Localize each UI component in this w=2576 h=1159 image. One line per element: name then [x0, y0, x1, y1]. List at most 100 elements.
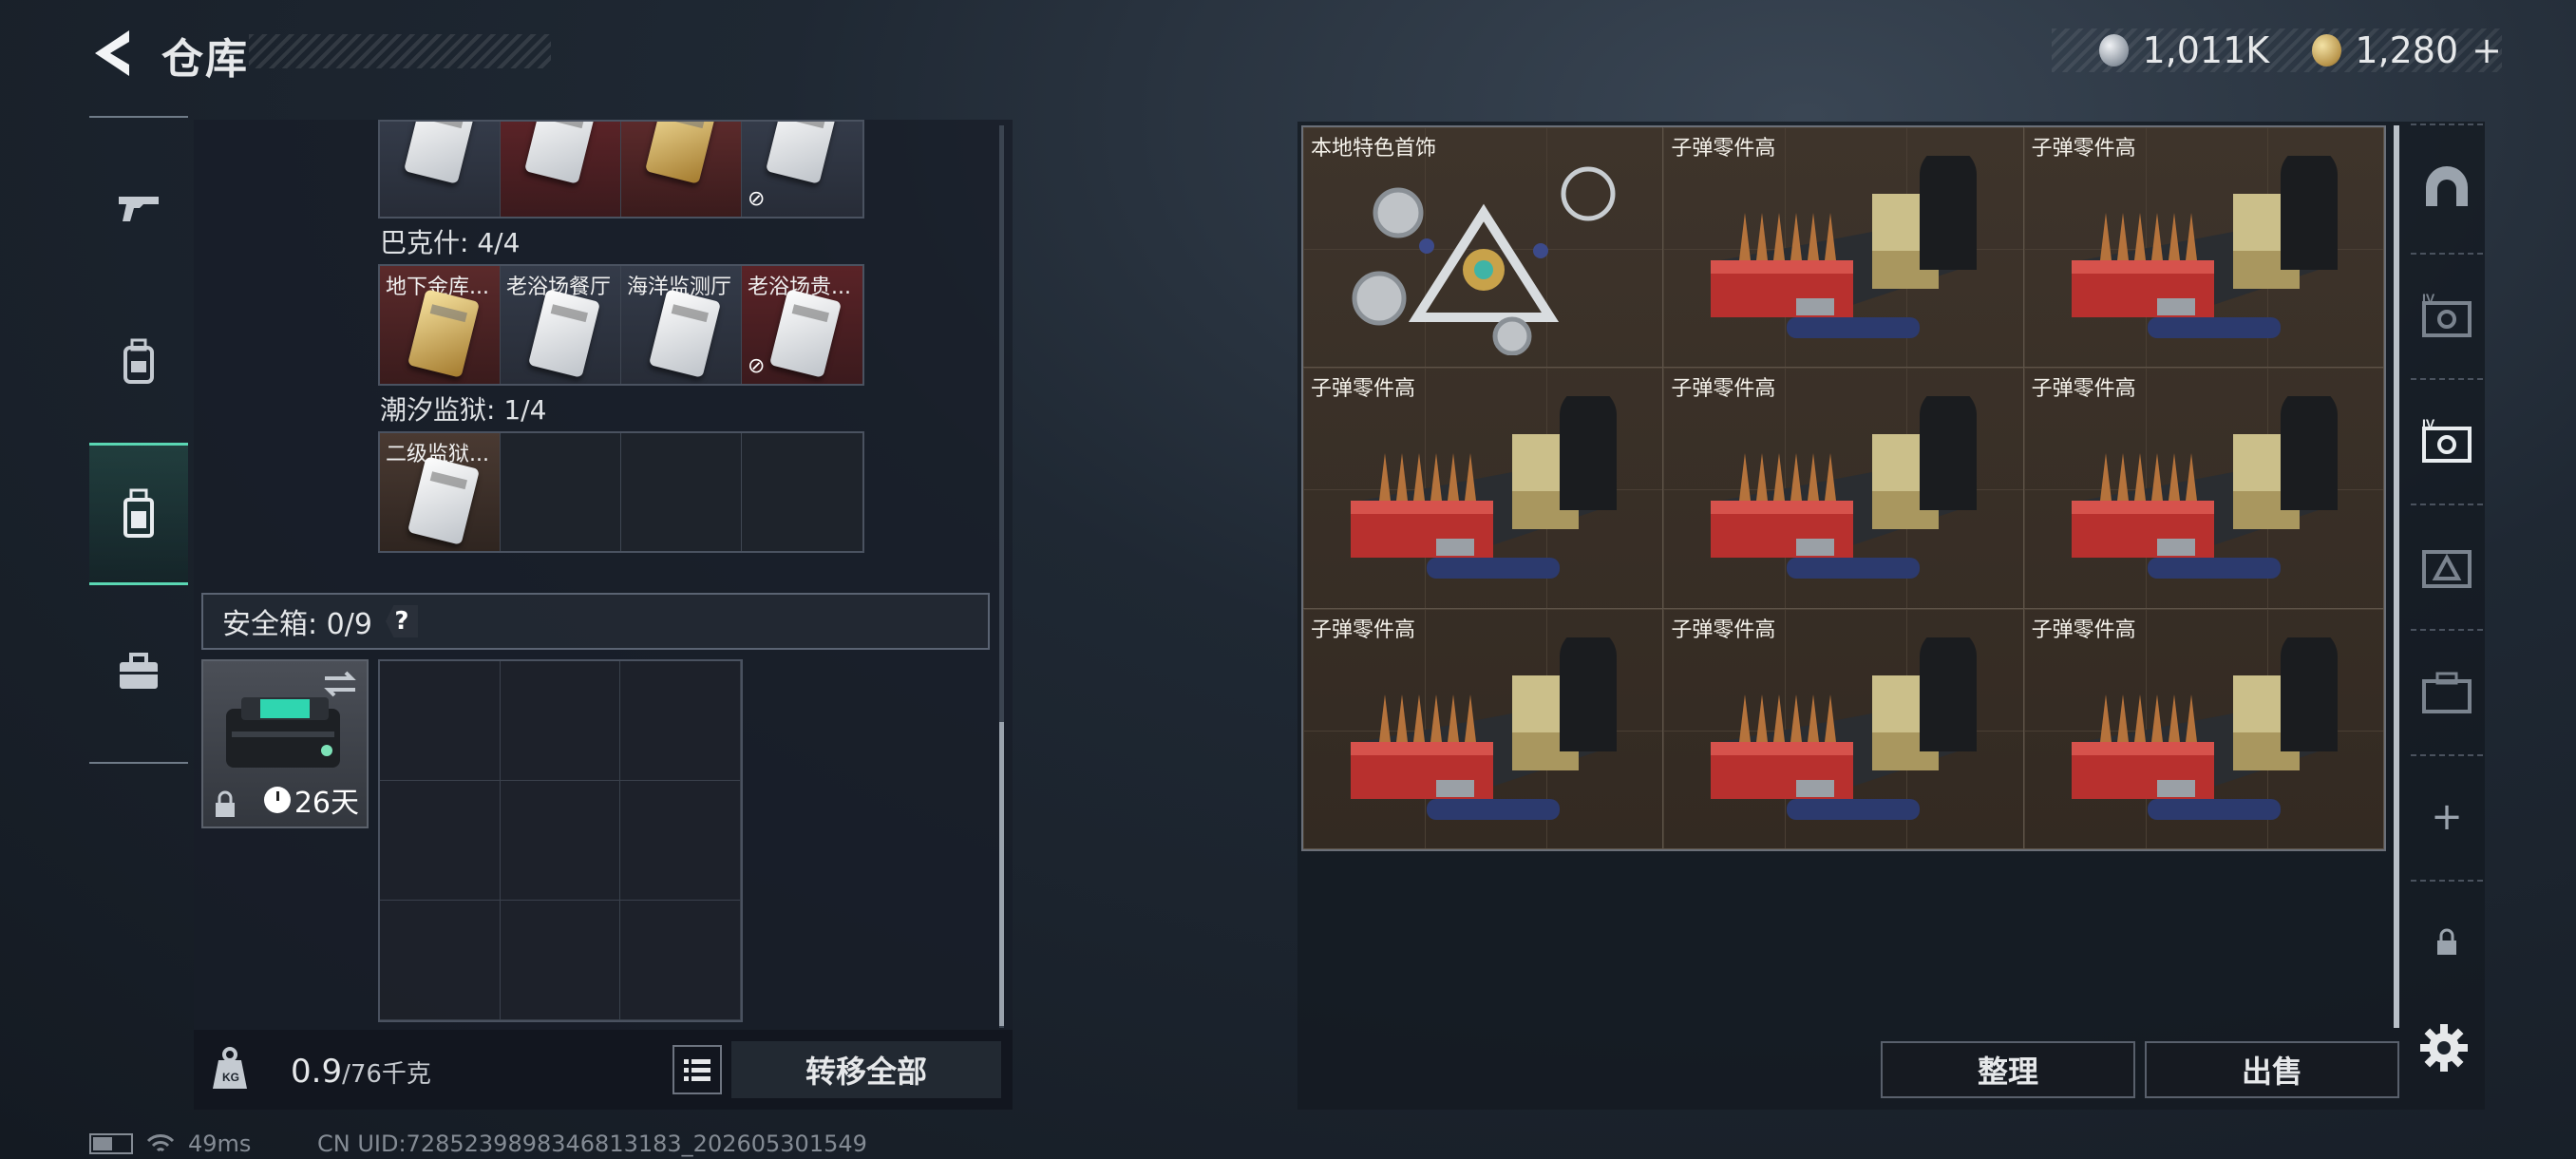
keycard-cell[interactable] [501, 122, 621, 217]
keycard-cell[interactable]: 二级监狱... [380, 433, 501, 551]
stash-tab-main[interactable] [2411, 124, 2483, 247]
keycard-icon [765, 122, 839, 184]
empty-slot[interactable] [500, 901, 621, 1020]
nav-briefcase[interactable] [89, 600, 188, 743]
add-stash-tab-button[interactable]: + [2411, 754, 2483, 878]
keycard-icon [768, 289, 843, 378]
stash-item-label: 本地特色首饰 [1311, 137, 1437, 161]
nav-equipment[interactable] [89, 291, 188, 433]
gun-icon [119, 197, 159, 221]
section-label-tide-prison: 潮汐监狱: 1/4 [380, 394, 547, 426]
transfer-all-button[interactable]: 转移全部 [731, 1041, 1001, 1098]
briefcase-icon [120, 653, 158, 689]
nav-storage[interactable] [89, 443, 188, 585]
section-label-bakesh: 巴克什: 4/4 [380, 227, 521, 258]
stash-item[interactable]: 子弹零件高 [1303, 608, 1664, 849]
keycard-icon [407, 289, 481, 378]
gear-icon[interactable] [2418, 1022, 2470, 1074]
locked-stash-tab[interactable] [2411, 880, 2483, 1003]
bunker-icon [2426, 166, 2468, 206]
stash-item-label: 子弹零件高 [1671, 137, 1776, 161]
stash-item-label: 子弹零件高 [1311, 618, 1416, 642]
stash-item[interactable]: 子弹零件高 [2023, 608, 2384, 849]
lock-icon [216, 790, 235, 817]
list-icon [684, 1059, 710, 1081]
back-button[interactable] [87, 27, 135, 80]
container-icon [123, 488, 154, 538]
bullet-parts-icon [2071, 156, 2338, 338]
empty-slot[interactable] [620, 901, 741, 1020]
storage-iv-icon: IV [2422, 292, 2472, 337]
keycard-cell[interactable] [621, 122, 742, 217]
storage-iv-icon: IV [2422, 417, 2472, 463]
keycard-icon [648, 289, 722, 378]
safebox-item[interactable]: 26天 [201, 659, 369, 828]
keycard-cell[interactable] [380, 122, 501, 217]
empty-slot[interactable] [620, 661, 741, 781]
backpack-icon [123, 338, 154, 384]
sort-button[interactable]: 整理 [1881, 1041, 2135, 1098]
weight-value: 0.9 [291, 1053, 343, 1091]
currency-bar: 1,011K 1,280 + [2052, 28, 2502, 72]
empty-slot[interactable] [500, 781, 621, 901]
stash-item[interactable]: 本地特色首饰 [1303, 127, 1664, 369]
keycard-cell[interactable]: 老浴场贵... ⊘ [742, 266, 862, 384]
add-currency-button[interactable]: + [2472, 29, 2502, 71]
storage-triangle-icon [2422, 550, 2472, 588]
safebox-header: 安全箱: 0/9 ? [201, 593, 990, 650]
page-title: 仓库 [161, 35, 249, 84]
keycard-row-previous: ⊘ [378, 120, 864, 218]
keycard-icon [527, 289, 601, 378]
bullet-parts-icon [1711, 636, 1978, 820]
stash-tab-3[interactable] [2411, 504, 2483, 627]
empty-slot[interactable] [380, 781, 501, 901]
stash-item[interactable]: 子弹零件高 [2023, 127, 2384, 369]
safebox-help-button[interactable]: ? [385, 605, 418, 637]
svg-text:IV: IV [2422, 292, 2435, 306]
lock-icon [2437, 928, 2456, 955]
weight-display: 0.9/76千克 [291, 1053, 431, 1091]
bullet-parts-icon [1711, 156, 1978, 338]
unbound-icon: ⊘ [748, 354, 766, 378]
empty-slot[interactable] [380, 661, 501, 781]
unbound-icon: ⊘ [748, 187, 766, 211]
keycard-cell[interactable]: 地下金库... [380, 266, 501, 384]
safebox-label: 安全箱: 0/9 [222, 608, 372, 641]
stash-scrollbar[interactable] [2394, 125, 2399, 1028]
back-arrow-icon [95, 30, 129, 76]
left-category-nav [89, 116, 188, 764]
keycard-cell[interactable]: 老浴场餐厅 [501, 266, 621, 384]
stash-item[interactable]: 子弹零件高 [2023, 368, 2384, 609]
list-view-button[interactable] [672, 1045, 722, 1094]
empty-slot[interactable] [620, 781, 741, 901]
keycard-cell[interactable]: ⊘ [742, 122, 862, 217]
ping-value: 49ms [188, 1130, 252, 1157]
bullet-parts-icon [2071, 396, 2338, 580]
empty-slot[interactable] [501, 433, 621, 551]
container-scroll-thumb[interactable] [999, 722, 1004, 1026]
stash-tab-4-active[interactable]: IV [2411, 378, 2483, 502]
stash-item[interactable]: 子弹零件高 [1663, 608, 2024, 849]
stash-item[interactable]: 子弹零件高 [1663, 368, 2024, 609]
stash-item-label: 子弹零件高 [1671, 377, 1776, 402]
stash-tab-4[interactable]: IV [2411, 253, 2483, 376]
keycard-row-bakesh: 地下金库... 老浴场餐厅 海洋监测厅 老浴场贵... ⊘ [378, 264, 864, 386]
stash-item[interactable]: 子弹零件高 [1663, 127, 2024, 369]
empty-slot[interactable] [621, 433, 742, 551]
swap-icon[interactable] [321, 669, 359, 699]
keycard-cell[interactable]: 海洋监测厅 [621, 266, 742, 384]
safebox-time-remaining: 26天 [294, 787, 359, 820]
bullet-parts-icon [1351, 396, 1617, 580]
silver-coin-icon [2099, 34, 2130, 66]
bullet-parts-icon [1351, 636, 1617, 820]
empty-slot[interactable] [380, 901, 501, 1020]
silver-currency-value: 1,011K [2142, 29, 2270, 71]
stash-item[interactable]: 子弹零件高 [1303, 368, 1664, 609]
nav-weapons[interactable] [89, 137, 188, 279]
clock-icon [263, 787, 291, 813]
sell-button[interactable]: 出售 [2145, 1041, 2399, 1098]
stash-tab-case[interactable] [2411, 629, 2483, 752]
stash-tab-nav: IV IV + [2411, 124, 2483, 998]
empty-slot[interactable] [742, 433, 862, 551]
empty-slot[interactable] [500, 661, 621, 781]
